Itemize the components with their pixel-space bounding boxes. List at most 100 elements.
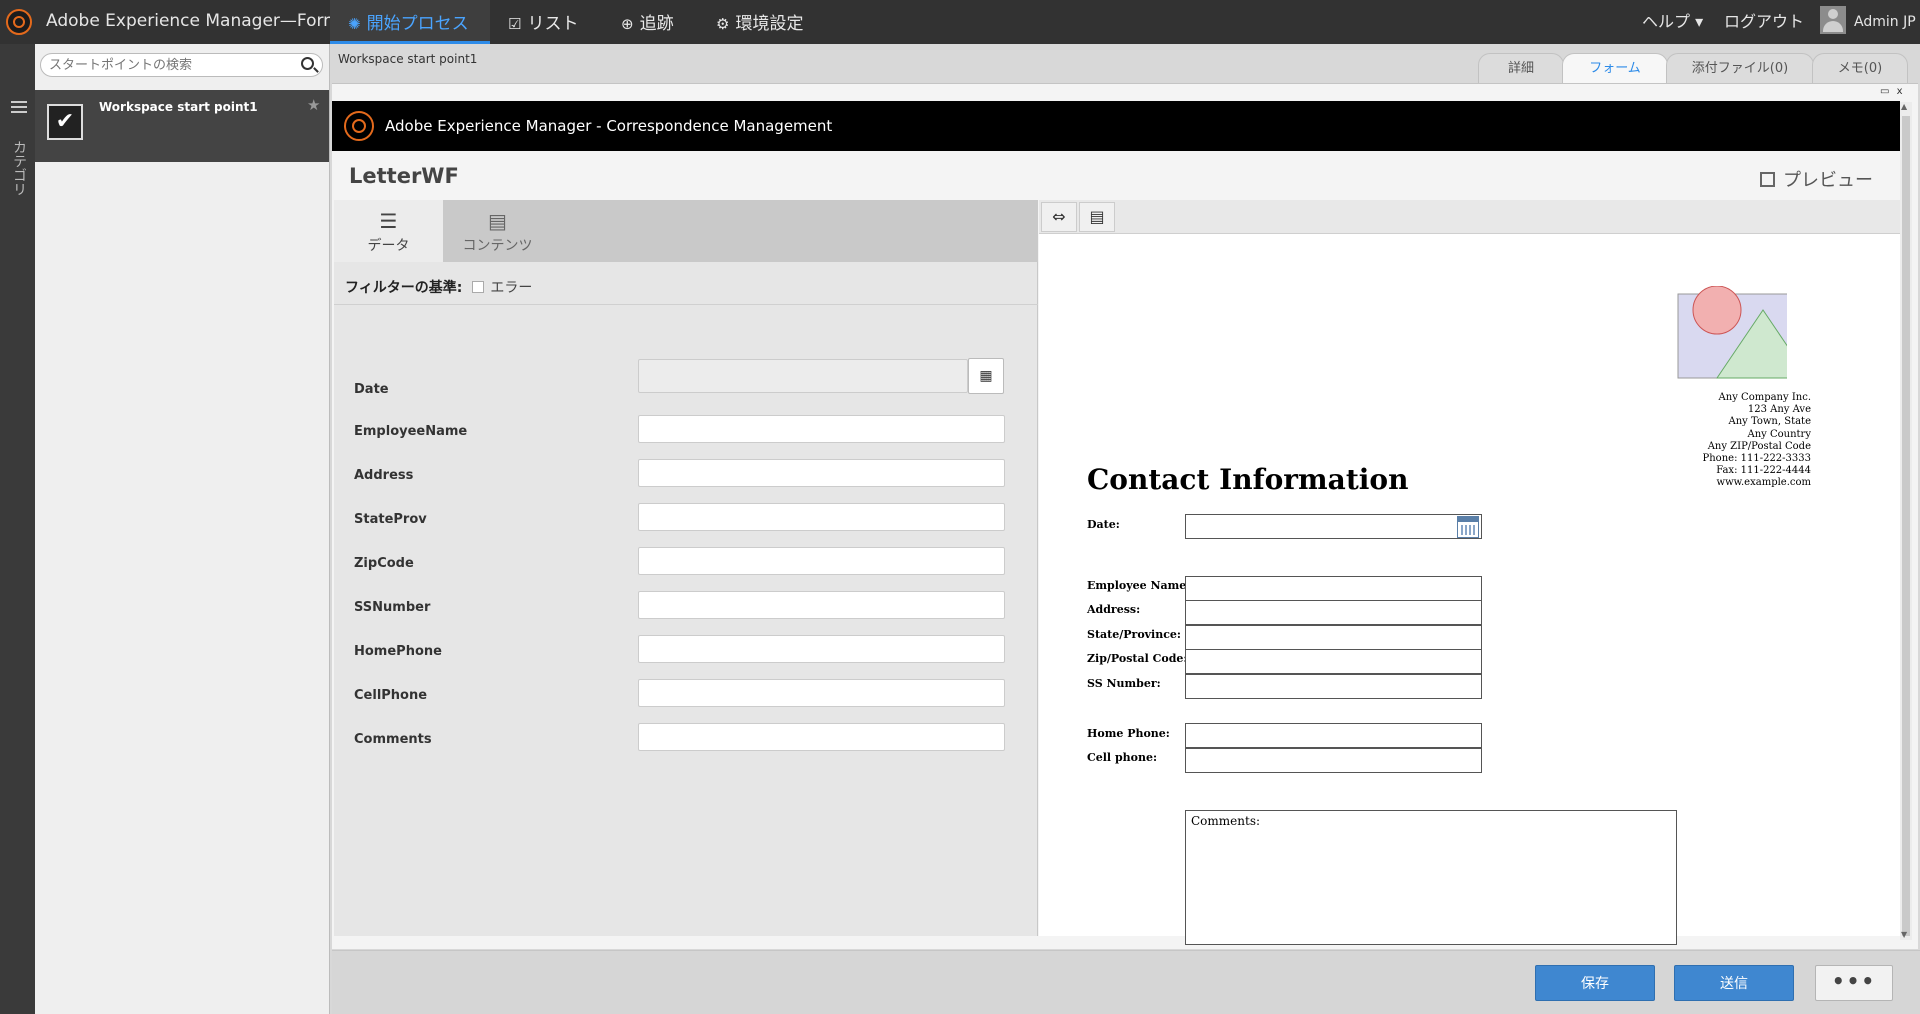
checkmark-icon: ✔ — [47, 104, 83, 140]
user-name[interactable]: Admin JP — [1854, 0, 1916, 44]
nav-start-process[interactable]: ✺ 開始プロセス — [330, 0, 490, 44]
comments-label: Comments: — [1191, 814, 1261, 828]
more-options-button[interactable]: ••• — [1815, 965, 1893, 1001]
field-label: Date — [354, 382, 389, 397]
category-label[interactable]: カテゴリ — [9, 140, 29, 196]
filter-bar: フィルターの基準: エラー — [345, 277, 532, 297]
aem-logo-icon — [6, 9, 32, 35]
preview-button[interactable]: プレビュー — [1760, 166, 1873, 192]
nav-preferences-label: 環境設定 — [735, 14, 804, 34]
window-controls[interactable]: ▭ x — [1880, 86, 1905, 97]
left-rail: カテゴリ — [0, 44, 35, 1014]
tab-content[interactable]: ▤ コンテンツ — [443, 200, 552, 262]
hamburger-menu-icon[interactable] — [11, 101, 27, 113]
tab-content-label: コンテンツ — [462, 238, 533, 254]
document-icon: ▤ — [488, 209, 507, 233]
logout-link[interactable]: ログアウト — [1724, 0, 1804, 44]
tab-form[interactable]: フォーム — [1562, 53, 1668, 84]
nav-start-label: 開始プロセス — [366, 14, 469, 34]
doc-employee-field[interactable] — [1185, 576, 1482, 601]
startpoint-search-input[interactable] — [40, 53, 323, 77]
document-title: Contact Information — [1087, 463, 1409, 496]
calendar-icon[interactable]: ▦ — [968, 358, 1004, 394]
scrollbar-thumb[interactable] — [1902, 116, 1910, 936]
nav-tracking-label: 追跡 — [639, 14, 674, 34]
image-placeholder-icon — [1677, 286, 1787, 379]
nav-tracking[interactable]: ⊕ 追跡 — [621, 0, 674, 44]
doc-state-field[interactable] — [1185, 625, 1482, 650]
address-line: Any Town, State — [1728, 416, 1811, 428]
field-label: CellPhone — [354, 688, 428, 703]
company-address: Any Company Inc. 123 Any Ave Any Town, S… — [1650, 392, 1811, 490]
ssnumber-input[interactable] — [638, 591, 1005, 619]
comments-input[interactable] — [638, 723, 1005, 751]
app-title: Adobe Experience Manager—Forms — [46, 11, 349, 31]
cellphone-input[interactable] — [638, 679, 1005, 707]
nav-list-label: リスト — [527, 14, 579, 34]
doc-cell-field[interactable] — [1185, 748, 1482, 773]
checkbox-icon: ☑ — [508, 15, 522, 33]
letter-title: LetterWF — [349, 164, 459, 188]
calendar-icon[interactable] — [1457, 516, 1479, 538]
tab-details[interactable]: 詳細 — [1478, 53, 1564, 83]
field-label: SSNumber — [354, 600, 431, 615]
breadcrumb: Workspace start point1 — [338, 52, 478, 66]
doc-label-address: Address: — [1087, 603, 1141, 616]
address-line: Fax: 111-222-4444 — [1716, 465, 1811, 477]
search-icon[interactable] — [301, 57, 314, 70]
print-icon[interactable]: ▤ — [1079, 202, 1115, 232]
address-line: Phone: 111-222-3333 — [1702, 453, 1811, 465]
homephone-input[interactable] — [638, 635, 1005, 663]
tab-data-label: データ — [367, 238, 410, 254]
field-label: Comments — [354, 732, 432, 747]
error-filter-label: エラー — [490, 280, 533, 296]
startpoint-item-label: Workspace start point1 — [99, 100, 258, 114]
doc-home-field[interactable] — [1185, 723, 1482, 748]
doc-date-field[interactable] — [1185, 514, 1482, 539]
employee-name-input[interactable] — [638, 415, 1005, 443]
tab-attachments[interactable]: 添付ファイル(0) — [1666, 53, 1814, 83]
doc-comments-field[interactable]: Comments: — [1185, 810, 1677, 945]
preview-toolbar: ⇔ ▤ — [1039, 200, 1900, 234]
cm-header-bar: Adobe Experience Manager - Correspondenc… — [332, 101, 1900, 151]
doc-label-date: Date: — [1087, 518, 1120, 531]
nav-list[interactable]: ☑ リスト — [508, 0, 578, 44]
doc-label-ss: SS Number: — [1087, 677, 1161, 690]
submit-button[interactable]: 送信 — [1674, 965, 1794, 1001]
doc-address-field[interactable] — [1185, 600, 1482, 625]
field-label: EmployeeName — [354, 424, 468, 439]
gear-icon: ⚙ — [716, 15, 730, 33]
error-filter-checkbox[interactable] — [472, 281, 485, 293]
date-input[interactable] — [638, 359, 968, 393]
cm-title: Adobe Experience Manager - Correspondenc… — [385, 117, 833, 135]
startpoint-item[interactable]: ✔ Workspace start point1 ★ — [35, 90, 329, 162]
preview-label: プレビュー — [1783, 170, 1873, 191]
save-button[interactable]: 保存 — [1535, 965, 1655, 1001]
outer-scrollbar[interactable]: ▲ ▼ — [1900, 102, 1912, 940]
filter-label: フィルターの基準: — [345, 280, 463, 296]
top-bar: Adobe Experience Manager—Forms ✺ 開始プロセス ☑… — [0, 0, 1920, 44]
data-icon: ☰ — [379, 209, 398, 233]
scroll-up-icon[interactable]: ▲ — [1901, 102, 1907, 111]
nav-preferences[interactable]: ⚙ 環境設定 — [716, 0, 803, 44]
divider — [334, 304, 1038, 305]
toggle-panel-icon[interactable]: ⇔ — [1041, 202, 1077, 232]
panel-tabs: ☰ データ ▤ コンテンツ — [334, 200, 1038, 262]
tab-data[interactable]: ☰ データ — [334, 200, 443, 262]
address-input[interactable] — [638, 459, 1005, 487]
stateprov-input[interactable] — [638, 503, 1005, 531]
scroll-down-icon[interactable]: ▼ — [1901, 930, 1907, 939]
help-menu[interactable]: ヘルプ ▾ — [1642, 0, 1703, 44]
field-label: StateProv — [354, 512, 427, 527]
star-icon[interactable]: ★ — [307, 96, 320, 114]
address-line: 123 Any Ave — [1747, 404, 1811, 416]
doc-label-state: State/Province: — [1087, 628, 1181, 641]
field-label: Address — [354, 468, 414, 483]
doc-ss-field[interactable] — [1185, 674, 1482, 699]
doc-label-home: Home Phone: — [1087, 727, 1170, 740]
user-avatar-icon[interactable] — [1820, 6, 1846, 34]
zipcode-input[interactable] — [638, 547, 1005, 575]
doc-label-cell: Cell phone: — [1087, 751, 1158, 764]
doc-zip-field[interactable] — [1185, 649, 1482, 674]
tab-notes[interactable]: メモ(0) — [1812, 53, 1908, 83]
